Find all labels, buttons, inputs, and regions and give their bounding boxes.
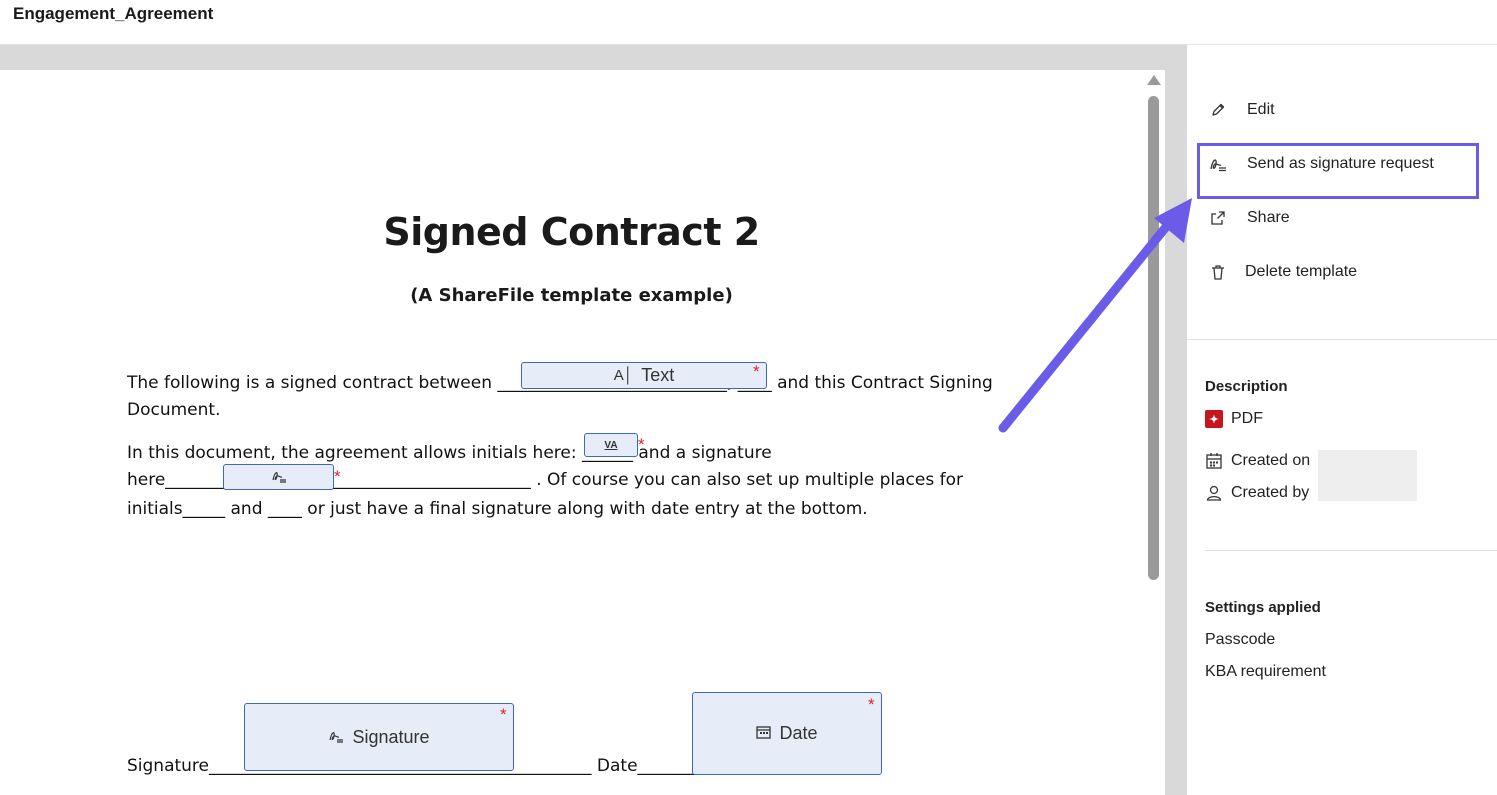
sidebar-divider — [1205, 550, 1497, 551]
signature-icon — [328, 727, 344, 748]
signature-field-required-mark: * — [500, 705, 507, 724]
date-field[interactable]: Date — [692, 692, 882, 775]
created-on-row: Created on — [1205, 452, 1310, 470]
scroll-up-arrow-icon[interactable] — [1147, 75, 1161, 85]
document-page: Signed Contract 2 (A ShareFile template … — [0, 70, 1143, 795]
date-field-label: Date — [779, 723, 818, 743]
text-field-label: Text — [641, 365, 675, 385]
document-title: Signed Contract 2 — [383, 210, 760, 254]
redacted-info — [1318, 450, 1417, 501]
created-on-label: Created on — [1231, 452, 1311, 469]
document-line-3: In this document, the agreement allows i… — [127, 443, 772, 463]
file-type-row: ✦ PDF — [1205, 410, 1263, 428]
setting-kba-requirement: KBA requirement — [1205, 663, 1326, 680]
setting-passcode: Passcode — [1205, 631, 1276, 648]
calendar-icon — [756, 723, 772, 744]
edit-label: Edit — [1247, 101, 1275, 118]
initials-field-required-mark: * — [638, 435, 645, 454]
sidebar: Edit Send as signature request Share Del… — [1187, 45, 1497, 795]
calendar-icon — [1205, 452, 1223, 470]
created-by-row: Created by — [1205, 484, 1309, 502]
settings-title: Settings applied — [1205, 599, 1321, 616]
inline-signature-required-mark: * — [334, 467, 341, 486]
signature-field[interactable]: Signature — [244, 703, 514, 771]
text-field[interactable]: A│ Text — [521, 362, 767, 389]
date-field-required-mark: * — [868, 695, 875, 714]
pdf-icon: ✦ — [1205, 410, 1223, 428]
created-by-label: Created by — [1231, 484, 1310, 501]
document-subtitle: (A ShareFile template example) — [410, 285, 733, 306]
text-field-required-mark: * — [753, 362, 760, 381]
signature-icon — [271, 467, 287, 488]
document-line-2: Document. — [127, 400, 221, 420]
initials-field[interactable]: VA — [584, 433, 638, 457]
document-viewer[interactable]: Signed Contract 2 (A ShareFile template … — [0, 45, 1187, 795]
share-label: Share — [1247, 209, 1290, 226]
top-bar: Engagement_Agreement — [0, 0, 1497, 45]
highlight-box — [1197, 143, 1479, 199]
file-type-label: PDF — [1231, 410, 1263, 427]
scrollbar-thumb[interactable] — [1148, 96, 1159, 580]
edit-button[interactable]: Edit — [1209, 101, 1275, 119]
share-button[interactable]: Share — [1209, 209, 1290, 227]
pencil-icon — [1209, 101, 1227, 119]
initials-field-label: VA — [604, 439, 618, 451]
delete-template-button[interactable]: Delete template — [1209, 263, 1357, 281]
delete-template-label: Delete template — [1245, 263, 1358, 280]
inline-signature-field[interactable] — [223, 464, 334, 490]
trash-icon — [1209, 263, 1227, 281]
document-name: Engagement_Agreement — [13, 4, 214, 23]
share-icon — [1209, 209, 1227, 227]
text-field-icon: A│ — [613, 367, 634, 384]
description-title: Description — [1205, 378, 1288, 395]
user-icon — [1205, 484, 1223, 502]
scrollbar[interactable] — [1143, 70, 1165, 795]
document-line-5: initials_____ and ____ or just have a fi… — [127, 499, 868, 519]
sidebar-divider — [1187, 339, 1497, 340]
signature-field-label: Signature — [352, 726, 430, 747]
